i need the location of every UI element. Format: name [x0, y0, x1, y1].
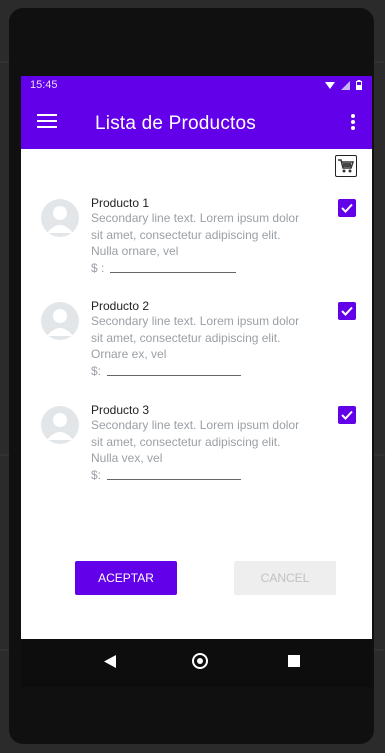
avatar-icon — [41, 199, 79, 237]
price-input[interactable] — [107, 374, 242, 376]
wifi-icon — [325, 81, 335, 89]
price-input[interactable] — [107, 478, 242, 480]
avatar-icon — [41, 406, 79, 444]
overflow-menu-icon[interactable] — [350, 114, 356, 132]
battery-icon — [356, 80, 362, 90]
accept-button[interactable]: ACEPTAR — [75, 561, 177, 595]
back-icon[interactable] — [104, 655, 116, 668]
product-title: Producto 2 — [91, 299, 150, 313]
cancel-button[interactable]: CANCEL — [234, 561, 336, 595]
navigation-bar — [21, 639, 372, 687]
product-checkbox[interactable] — [338, 302, 356, 320]
list-item: Producto 2 Secondary line text. Lorem ip… — [21, 299, 372, 395]
signal-icon — [341, 80, 350, 90]
list-item: Producto 3 Secondary line text. Lorem ip… — [21, 403, 372, 499]
home-icon[interactable] — [192, 653, 208, 669]
product-title: Producto 1 — [91, 196, 150, 210]
product-description: Secondary line text. Lorem ipsum dolor s… — [91, 211, 300, 258]
shopping-cart-icon[interactable] — [335, 155, 357, 177]
price-label: $: — [91, 363, 102, 378]
menu-icon[interactable] — [37, 114, 57, 130]
product-title: Producto 3 — [91, 403, 150, 417]
avatar-icon — [41, 302, 79, 340]
status-time: 15:45 — [30, 79, 58, 91]
price-label: $: — [91, 467, 102, 482]
list-item: Producto 1 Secondary line text. Lorem ip… — [21, 196, 372, 292]
recent-apps-icon[interactable] — [288, 655, 300, 667]
product-list-screen: Producto 1 Secondary line text. Lorem ip… — [21, 149, 372, 639]
product-description: Secondary line text. Lorem ipsum dolor s… — [91, 418, 300, 465]
status-bar: 15:45 — [21, 76, 372, 96]
product-checkbox[interactable] — [338, 199, 356, 217]
product-description: Secondary line text. Lorem ipsum dolor s… — [91, 314, 300, 361]
price-input[interactable] — [110, 271, 237, 273]
price-label: $ : — [91, 260, 105, 275]
product-checkbox[interactable] — [338, 406, 356, 424]
page-title: Lista de Productos — [95, 113, 256, 134]
app-bar: Lista de Productos — [21, 96, 372, 149]
